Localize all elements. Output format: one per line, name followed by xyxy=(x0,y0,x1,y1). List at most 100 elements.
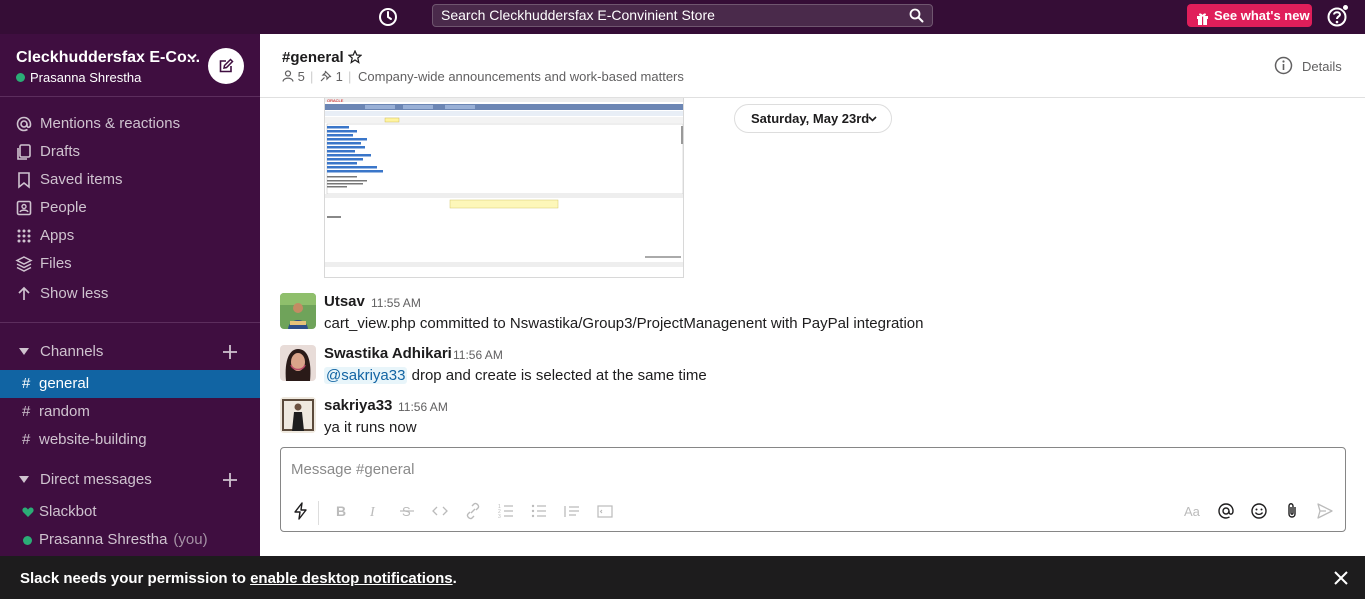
svg-text:I: I xyxy=(369,505,376,520)
message-timestamp[interactable]: 11:55 AM xyxy=(371,296,421,310)
message-item: sakriya33 11:56 AM ya it runs now xyxy=(260,397,1365,445)
nav-mentions-label: Mentions & reactions xyxy=(40,115,181,132)
sidebar-item-prasanna[interactable]: Prasanna Shrestha (you) xyxy=(0,526,260,554)
message-text: @sakriya33 drop and create is selected a… xyxy=(324,367,707,384)
avatar[interactable] xyxy=(280,345,316,381)
dm-you-suffix: (you) xyxy=(173,531,208,548)
toolbar-divider xyxy=(318,501,319,525)
bookmark-icon xyxy=(18,172,30,189)
emoji-icon[interactable] xyxy=(1249,501,1269,521)
nav-files[interactable]: Files xyxy=(0,250,260,278)
enable-notifications-link[interactable]: enable desktop notifications xyxy=(250,570,453,587)
presence-dot xyxy=(16,73,25,82)
sidebar-item-slackbot[interactable]: Slackbot xyxy=(0,498,260,526)
image-attachment[interactable]: ORACLE xyxy=(324,98,684,278)
dm-section-header[interactable]: Direct messages xyxy=(0,466,260,494)
composer-toolbar: B I S 123 Aa xyxy=(281,501,1345,525)
nav-saved-items[interactable]: Saved items xyxy=(0,166,260,194)
hash-icon: # xyxy=(22,375,31,392)
mention-at-icon[interactable] xyxy=(1216,501,1236,521)
add-dm-icon[interactable] xyxy=(221,471,239,489)
channel-title[interactable]: #general xyxy=(282,49,344,66)
banner-message: Slack needs your permission to enable de… xyxy=(20,570,457,587)
star-icon[interactable] xyxy=(348,50,362,64)
pin-count[interactable]: 1 xyxy=(320,69,343,84)
files-icon xyxy=(15,256,33,272)
message-author[interactable]: Swastika Adhikari xyxy=(324,345,452,362)
message-input[interactable]: Message #general xyxy=(291,461,414,478)
nav-mentions[interactable]: Mentions & reactions xyxy=(0,110,260,138)
message-timestamp[interactable]: 11:56 AM xyxy=(453,348,503,362)
message-timestamp[interactable]: 11:56 AM xyxy=(398,400,448,414)
message-composer[interactable]: Message #general B I S 123 Aa xyxy=(280,447,1346,532)
nav-show-less[interactable]: Show less xyxy=(0,280,260,308)
nav-apps-label: Apps xyxy=(40,227,75,244)
workspace-name[interactable]: Cleckhuddersfax E-Co... xyxy=(16,49,200,67)
blockquote-icon[interactable] xyxy=(562,501,582,521)
code-icon[interactable] xyxy=(430,501,450,521)
message-text-body: drop and create is selected at the same … xyxy=(407,367,707,384)
sidebar-item-website-building[interactable]: # website-building xyxy=(0,426,260,454)
heart-icon xyxy=(22,507,34,517)
banner-prefix: Slack needs your permission to xyxy=(20,570,251,587)
svg-text:B: B xyxy=(336,503,346,519)
history-icon[interactable] xyxy=(377,6,399,28)
dm-label: Slackbot xyxy=(39,503,97,520)
at-icon xyxy=(16,116,32,132)
svg-text:3: 3 xyxy=(498,514,501,520)
ordered-list-icon[interactable]: 123 xyxy=(496,501,516,521)
svg-text:Aa: Aa xyxy=(1184,504,1201,519)
formatting-aa-icon[interactable]: Aa xyxy=(1183,501,1203,521)
oracle-screenshot-image: ORACLE xyxy=(325,98,683,277)
see-whats-new-button[interactable]: See what's new xyxy=(1187,4,1312,27)
top-bar: Search Cleckhuddersfax E-Convinient Stor… xyxy=(0,0,1365,34)
send-icon[interactable] xyxy=(1315,501,1335,521)
nav-apps[interactable]: Apps xyxy=(0,222,260,250)
close-icon[interactable] xyxy=(1333,570,1349,586)
pin-icon xyxy=(320,70,332,82)
avatar[interactable] xyxy=(280,293,316,329)
message-author[interactable]: Utsav xyxy=(324,293,365,310)
bold-icon[interactable]: B xyxy=(331,501,351,521)
channel-label: general xyxy=(39,375,90,392)
italic-icon[interactable]: I xyxy=(364,501,384,521)
search-input[interactable]: Search Cleckhuddersfax E-Convinient Stor… xyxy=(432,4,933,27)
dm-header-label: Direct messages xyxy=(40,471,152,488)
notification-dot xyxy=(1342,4,1349,11)
hash-icon: # xyxy=(22,431,31,448)
nav-saved-label: Saved items xyxy=(40,171,123,188)
channel-topic[interactable]: Company-wide announcements and work-base… xyxy=(358,69,684,84)
person-icon xyxy=(282,70,294,82)
compose-button[interactable] xyxy=(208,48,244,84)
nav-people[interactable]: People xyxy=(0,194,260,222)
attachment-icon[interactable] xyxy=(1282,501,1302,521)
search-icon xyxy=(909,8,924,23)
sidebar: Cleckhuddersfax E-Co... Prasanna Shresth… xyxy=(0,34,260,599)
chevron-down-icon xyxy=(187,53,197,60)
compose-icon xyxy=(219,58,234,73)
channel-label: website-building xyxy=(39,431,147,448)
add-channel-icon[interactable] xyxy=(221,343,239,361)
user-mention[interactable]: @sakriya33 xyxy=(324,367,408,384)
bulleted-list-icon[interactable] xyxy=(529,501,549,521)
arrow-up-icon xyxy=(18,286,30,300)
date-divider-button[interactable]: Saturday, May 23rd xyxy=(734,104,892,133)
strikethrough-icon[interactable]: S xyxy=(397,501,417,521)
channel-header: #general 5 | 1 | Company-wide announceme… xyxy=(260,34,1365,98)
sidebar-item-random[interactable]: # random xyxy=(0,398,260,426)
workspace-header[interactable]: Cleckhuddersfax E-Co... Prasanna Shresth… xyxy=(0,34,260,97)
shortcuts-lightning-icon[interactable] xyxy=(291,501,311,521)
channels-section-header[interactable]: Channels xyxy=(0,338,260,366)
sidebar-item-general[interactable]: # general xyxy=(0,370,260,398)
nav-drafts[interactable]: Drafts xyxy=(0,138,260,166)
link-icon[interactable] xyxy=(463,501,483,521)
avatar[interactable] xyxy=(280,397,316,433)
message-author[interactable]: sakriya33 xyxy=(324,397,392,414)
message-text: cart_view.php committed to Nswastika/Gro… xyxy=(324,315,924,332)
gift-icon xyxy=(1196,9,1209,25)
channels-header-label: Channels xyxy=(40,343,104,360)
code-block-icon[interactable] xyxy=(595,501,615,521)
message-item: Utsav 11:55 AM cart_view.php committed t… xyxy=(260,293,1365,341)
member-count[interactable]: 5 xyxy=(282,69,305,84)
message-item: Swastika Adhikari 11:56 AM @sakriya33 dr… xyxy=(260,345,1365,393)
